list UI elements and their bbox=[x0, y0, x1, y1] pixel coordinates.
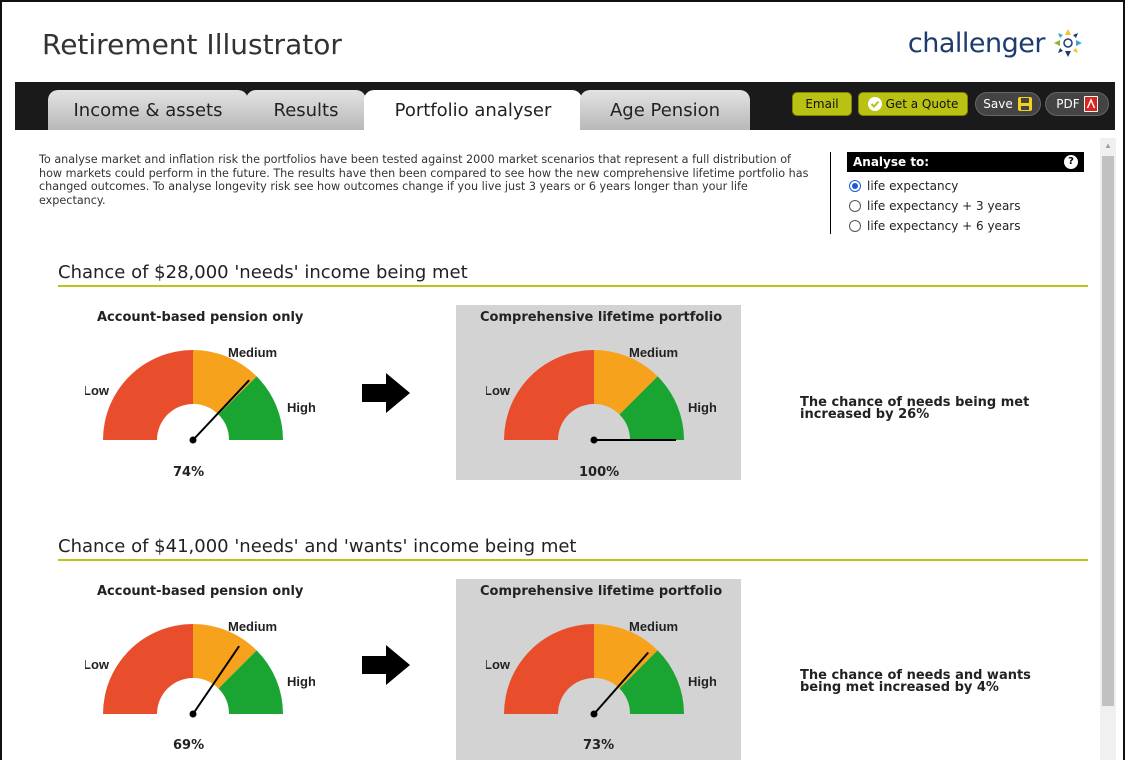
analyse-heading: Analyse to: ? bbox=[847, 152, 1084, 172]
gauge-segment-low bbox=[504, 624, 594, 714]
help-icon[interactable]: ? bbox=[1064, 155, 1078, 169]
radio-life-expectancy[interactable]: life expectancy bbox=[849, 179, 958, 193]
save-disk-icon bbox=[1017, 97, 1032, 111]
result-line: being met increased by 4% bbox=[800, 680, 999, 695]
section-title-needs-wants: Chance of $41,000 'needs' and 'wants' in… bbox=[58, 536, 577, 557]
radio-life-expectancy-plus-3[interactable]: life expectancy + 3 years bbox=[849, 199, 1020, 213]
gauge-label-low: Low bbox=[85, 657, 110, 672]
analyse-heading-label: Analyse to: bbox=[853, 155, 930, 169]
gauge-percent: 73% bbox=[583, 738, 615, 753]
gauge-title-account-based: Account-based pension only bbox=[97, 310, 304, 325]
gauge-label-medium: Medium bbox=[629, 345, 678, 360]
gauge-title-account-based: Account-based pension only bbox=[97, 584, 304, 599]
gauge-segment-low bbox=[103, 350, 193, 440]
tab-results[interactable]: Results bbox=[246, 90, 366, 130]
scroll-up-arrow-icon[interactable]: ▲ bbox=[1102, 140, 1114, 152]
section-divider bbox=[58, 559, 1088, 561]
tab-income-assets[interactable]: Income & assets bbox=[48, 90, 248, 130]
gauge-needs-wants-comprehensive: Low Medium High bbox=[484, 614, 717, 734]
gauge-title-comprehensive: Comprehensive lifetime portfolio bbox=[480, 310, 723, 325]
gauge-segment-low bbox=[103, 624, 193, 714]
gauge-percent: 69% bbox=[173, 738, 205, 753]
save-label: Save bbox=[983, 97, 1013, 111]
gauge-label-high: High bbox=[287, 674, 315, 689]
gauge-segment-low bbox=[504, 350, 594, 440]
check-circle-icon bbox=[867, 97, 882, 111]
radio-life-expectancy-plus-6[interactable]: life expectancy + 6 years bbox=[849, 219, 1020, 233]
gauge-needle-hub bbox=[189, 710, 197, 718]
tab-label: Results bbox=[273, 99, 339, 121]
challenger-logo-icon bbox=[1054, 29, 1082, 57]
gauge-needs-wants-account-based: Low Medium High bbox=[83, 614, 316, 734]
pdf-file-icon bbox=[1083, 96, 1098, 112]
pdf-label: PDF bbox=[1056, 97, 1080, 111]
brand-logo[interactable]: challenger bbox=[908, 26, 1085, 60]
gauge-label-medium: Medium bbox=[228, 345, 277, 360]
result-line: increased by 26% bbox=[800, 407, 930, 422]
get-quote-button[interactable]: Get a Quote bbox=[858, 92, 968, 116]
save-button[interactable]: Save bbox=[975, 92, 1041, 116]
intro-text: To analyse market and inflation risk the… bbox=[39, 153, 809, 207]
gauge-label-high: High bbox=[688, 400, 716, 415]
gauge-percent: 74% bbox=[173, 465, 205, 480]
radio-button[interactable] bbox=[849, 220, 861, 232]
radio-label: life expectancy + 6 years bbox=[867, 219, 1021, 233]
scrollbar-thumb[interactable] bbox=[1102, 156, 1114, 706]
right-arrow-icon bbox=[362, 373, 410, 413]
email-button[interactable]: Email bbox=[792, 92, 852, 116]
section-title-needs: Chance of $28,000 'needs' income being m… bbox=[58, 262, 468, 283]
gauge-label-low: Low bbox=[486, 383, 511, 398]
tab-label: Age Pension bbox=[609, 99, 721, 121]
gauge-label-high: High bbox=[688, 674, 716, 689]
radio-button-checked[interactable] bbox=[849, 180, 861, 192]
pdf-button[interactable]: PDF bbox=[1045, 92, 1109, 116]
gauge-needs-account-based: Low Medium High bbox=[83, 340, 316, 460]
tab-label: Portfolio analyser bbox=[394, 99, 552, 121]
gauge-needle-hub bbox=[189, 436, 197, 444]
radio-button[interactable] bbox=[849, 200, 861, 212]
result-summary-needs: The chance of needs being met increased … bbox=[800, 396, 1029, 422]
gauge-needle-hub bbox=[590, 710, 598, 718]
radio-label: life expectancy + 3 years bbox=[867, 199, 1021, 213]
brand-name: challenger bbox=[907, 27, 1046, 59]
gauge-svg: Low Medium High bbox=[83, 619, 316, 718]
gauge-title-comprehensive: Comprehensive lifetime portfolio bbox=[480, 584, 723, 599]
gauge-label-high: High bbox=[287, 400, 315, 415]
quote-label: Get a Quote bbox=[885, 97, 959, 111]
gauge-svg: Low Medium High bbox=[484, 619, 717, 718]
gauge-percent: 100% bbox=[579, 465, 620, 480]
tab-label: Income & assets bbox=[73, 99, 223, 121]
gauge-label-low: Low bbox=[486, 657, 511, 672]
app-title: Retirement Illustrator bbox=[42, 28, 342, 61]
gauge-label-medium: Medium bbox=[228, 619, 277, 634]
gauge-needle-hub bbox=[590, 436, 598, 444]
email-label: Email bbox=[805, 97, 839, 111]
gauge-needs-comprehensive: Low Medium High bbox=[484, 340, 717, 460]
gauge-svg: Low Medium High bbox=[83, 345, 316, 444]
section-divider bbox=[58, 285, 1088, 287]
radio-label: life expectancy bbox=[867, 179, 959, 193]
gauge-label-medium: Medium bbox=[629, 619, 678, 634]
tab-portfolio-analyser[interactable]: Portfolio analyser bbox=[364, 90, 582, 130]
tab-age-pension[interactable]: Age Pension bbox=[580, 90, 750, 130]
right-arrow-icon bbox=[362, 645, 410, 685]
gauge-svg: Low Medium High bbox=[484, 345, 717, 444]
result-summary-needs-wants: The chance of needs and wants being met … bbox=[800, 669, 1031, 695]
gauge-label-low: Low bbox=[85, 383, 110, 398]
